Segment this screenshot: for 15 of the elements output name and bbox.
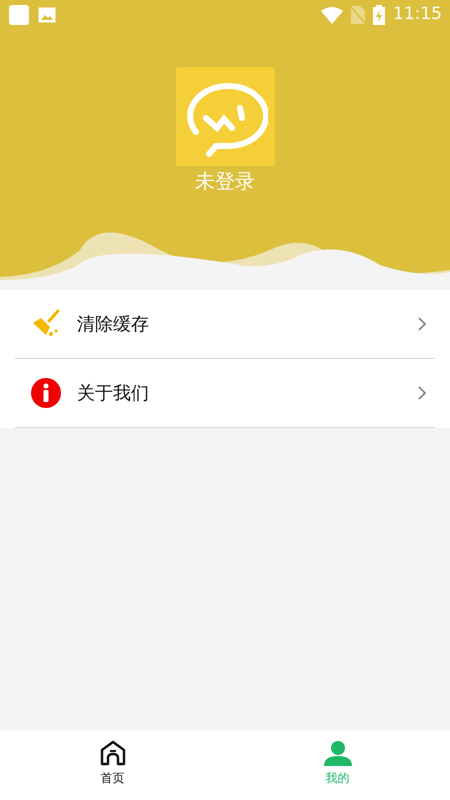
app-icon xyxy=(8,4,30,26)
info-icon xyxy=(31,378,61,408)
image-icon xyxy=(38,7,56,23)
battery-icon xyxy=(373,5,385,25)
chevron-icon xyxy=(417,385,427,401)
menu-item[interactable]: 清除缓存 xyxy=(15,290,435,359)
tab[interactable]: 首页 xyxy=(0,731,225,800)
no-sim-icon xyxy=(351,6,365,24)
broom-icon xyxy=(31,309,61,339)
menu-item[interactable]: 关于我们 xyxy=(15,359,435,428)
chevron-icon xyxy=(417,316,427,332)
home-icon xyxy=(98,739,126,767)
clock: 11:15 xyxy=(393,3,442,26)
wifi-icon xyxy=(321,6,343,24)
person-icon xyxy=(324,739,352,767)
